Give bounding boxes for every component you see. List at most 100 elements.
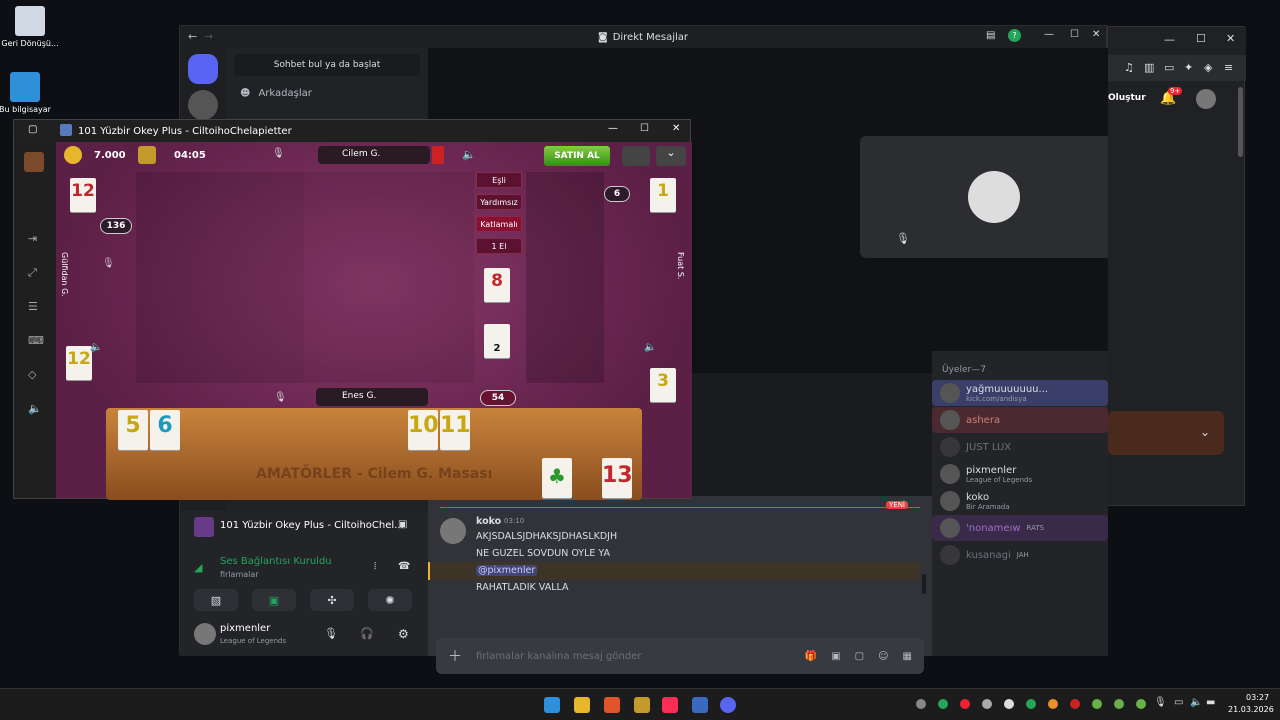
shield-icon[interactable]: ◈	[1204, 61, 1212, 74]
mode-label[interactable]: Eşli	[476, 172, 522, 188]
emoji-icon[interactable]: ☺	[878, 651, 888, 662]
player-badge-bottom[interactable]: Enes G.	[316, 388, 428, 406]
scrollbar[interactable]	[922, 574, 926, 594]
music-icon[interactable]: ♫	[1124, 61, 1134, 74]
chest-icon[interactable]	[138, 146, 156, 164]
battery-icon[interactable]: ▬	[1206, 697, 1215, 708]
volume-icon[interactable]: 🔈	[90, 342, 102, 353]
forward-arrow-icon[interactable]: →	[204, 30, 213, 43]
activity-title[interactable]: 101 Yüzbir Okey Plus - CiltoihoChel...	[220, 520, 404, 531]
volume-icon[interactable]: 🔈	[644, 342, 656, 353]
gift-icon[interactable]: 🎁	[805, 651, 817, 662]
clock-date[interactable]: 21.03.2026	[1228, 705, 1274, 714]
tray-icon[interactable]	[1114, 699, 1124, 709]
voice-channel[interactable]: firlamalar	[220, 570, 259, 579]
start-icon[interactable]	[544, 697, 560, 713]
microphone-icon[interactable]: 🎙	[1154, 697, 1167, 708]
friends-link[interactable]: ☻ Arkadaşlar	[226, 82, 428, 105]
apps-icon[interactable]: ▦	[903, 651, 912, 662]
user-name[interactable]: pixmenler	[220, 623, 270, 634]
home-button[interactable]	[188, 54, 218, 84]
help-icon[interactable]: ?	[1008, 29, 1021, 42]
music-icon[interactable]	[662, 697, 678, 713]
screen-share-button[interactable]: ▣	[252, 589, 296, 611]
rack-tile[interactable]: 5	[118, 410, 148, 450]
disconnect-icon[interactable]: ☎	[398, 561, 410, 572]
player-badge-top[interactable]: Cilem G.	[318, 146, 444, 164]
rack-tile[interactable]: 13	[602, 458, 633, 498]
soundboard-button[interactable]: ✺	[368, 589, 412, 611]
collapsed-panel[interactable]: ⌄	[1108, 411, 1224, 455]
muted-mic-icon[interactable]: 🎙	[272, 148, 285, 159]
tray-icon[interactable]	[1004, 699, 1014, 709]
rack-tile[interactable]: 10	[408, 410, 439, 450]
tray-icon[interactable]	[1070, 699, 1080, 709]
rack-tile[interactable]: 11	[440, 410, 471, 450]
camera-off-button[interactable]: ▧	[194, 589, 238, 611]
close-icon[interactable]: ✕	[1092, 29, 1100, 40]
close-icon[interactable]: ✕	[672, 123, 680, 134]
this-pc-icon[interactable]: Bu bilgisayar	[0, 72, 55, 115]
muted-mic-icon[interactable]: 🎙	[274, 392, 287, 403]
voice-status[interactable]: Ses Bağlantısı Kuruldu	[220, 556, 332, 567]
avatar[interactable]	[194, 623, 216, 645]
gif-icon[interactable]: ▣	[831, 651, 840, 662]
gear-icon[interactable]: ⚙	[398, 627, 409, 641]
minimize-icon[interactable]: —	[1044, 29, 1054, 40]
member-item[interactable]: kusanagi JAH	[932, 542, 1108, 568]
extensions-icon[interactable]: ✦	[1184, 61, 1193, 74]
tray-icon[interactable]	[1026, 699, 1036, 709]
tray-icon[interactable]	[960, 699, 970, 709]
chevron-down-icon[interactable]: ⌄	[656, 146, 686, 166]
create-button[interactable]: Oluştur	[1108, 93, 1146, 103]
close-icon[interactable]: ✕	[1226, 32, 1235, 45]
recycle-bin-icon[interactable]: Geri Dönüşü...	[0, 6, 60, 49]
headphones-icon[interactable]: 🎧	[360, 627, 374, 640]
search-conversation-button[interactable]: Sohbet bul ya da başlat	[234, 54, 420, 76]
sticker-icon[interactable]: ▢	[855, 651, 864, 662]
member-item[interactable]: yağmuuuuuuu... kick.com/andisya	[932, 380, 1108, 406]
draw-pile[interactable]: 2	[484, 324, 510, 358]
avatar[interactable]	[1196, 89, 1216, 109]
member-item[interactable]: koko Bir Aramada	[932, 488, 1108, 514]
member-item[interactable]: 'nonameıw RATS	[932, 515, 1108, 541]
rack-tile[interactable]: 6	[150, 410, 180, 450]
wallet-icon[interactable]: ▭	[1164, 61, 1174, 74]
tray-icon[interactable]	[1136, 699, 1146, 709]
tray-icon[interactable]	[1048, 699, 1058, 709]
member-item[interactable]: pixmenler League of Legends	[932, 461, 1108, 487]
indicator-tile[interactable]: 8	[484, 268, 510, 302]
minimize-icon[interactable]: —	[1164, 33, 1175, 46]
maximize-icon[interactable]: ☐	[640, 123, 649, 134]
sidebar-icon[interactable]: ▥	[1144, 61, 1154, 74]
volume-icon[interactable]: 🔈	[1190, 697, 1202, 708]
tile[interactable]: 1	[650, 178, 676, 212]
server-icon[interactable]	[188, 90, 218, 120]
tag-icon[interactable]: ◇	[28, 368, 36, 381]
scrollbar[interactable]	[1238, 87, 1243, 157]
noise-suppression-icon[interactable]: ⦙	[374, 561, 376, 572]
volume-icon[interactable]: 🔈	[28, 402, 42, 415]
chat-icon[interactable]	[622, 146, 650, 166]
tile[interactable]: 3	[650, 368, 676, 402]
maximize-icon[interactable]: ☐	[1196, 32, 1206, 45]
tile[interactable]: 12	[66, 346, 92, 380]
back-arrow-icon[interactable]: ←	[188, 30, 197, 43]
tray-icon[interactable]	[1092, 699, 1102, 709]
discord-icon[interactable]	[720, 697, 736, 713]
expand-icon[interactable]: ⤢	[28, 266, 37, 280]
mode-label[interactable]: Katlamalı	[476, 216, 522, 232]
league-icon[interactable]	[634, 697, 650, 713]
tray-icon[interactable]	[938, 699, 948, 709]
volume-icon[interactable]: 🔈	[462, 148, 476, 161]
exit-icon[interactable]: ⇥	[28, 232, 37, 245]
avatar[interactable]	[440, 518, 466, 544]
mention[interactable]: @pixmenler	[476, 565, 538, 576]
message-input[interactable]: ＋ firlamalar kanalına mesaj gönder 🎁 ▣ ▢…	[436, 638, 924, 674]
menu-icon[interactable]: ≡	[1224, 61, 1233, 74]
member-item[interactable]: ashera	[932, 407, 1108, 433]
mode-label[interactable]: Yardımsız	[476, 194, 522, 210]
message-author[interactable]: koko	[476, 516, 501, 527]
maximize-icon[interactable]: ☐	[1070, 29, 1079, 40]
avatar[interactable]	[24, 152, 44, 172]
